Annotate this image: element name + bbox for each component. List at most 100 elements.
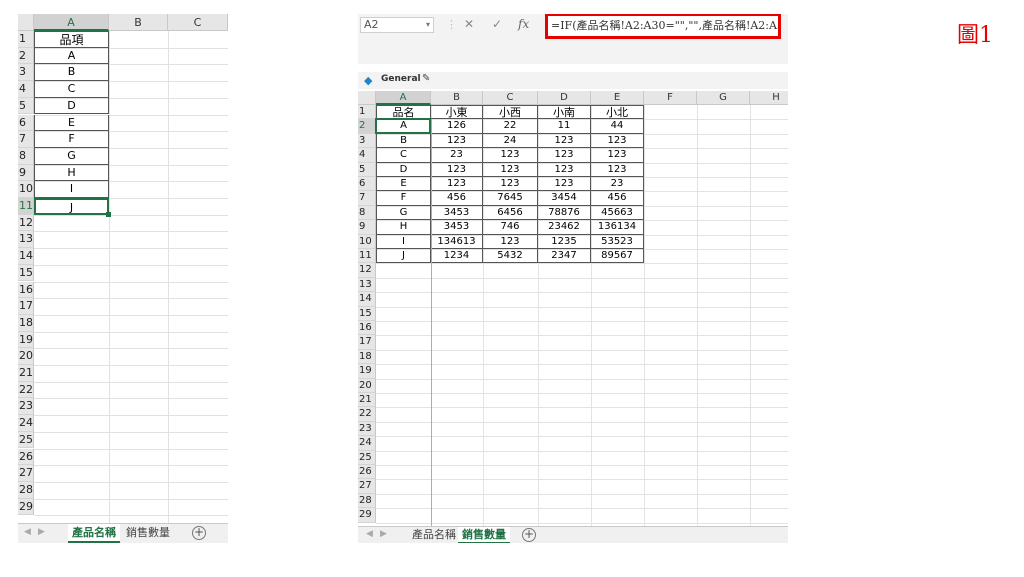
tab-scroll-right-icon[interactable]: ▶ [380,529,387,539]
table-cell[interactable]: 89567 [591,249,644,264]
insert-function-icon[interactable]: fx [518,17,529,31]
row-header[interactable]: 26 [18,448,34,466]
table-cell[interactable]: 134613 [431,234,483,249]
header-cell[interactable]: 小南 [538,105,591,120]
table-cell[interactable]: 123 [483,162,538,177]
pencil-icon[interactable]: ✎ [422,73,430,84]
table-cell[interactable]: 2347 [538,249,591,264]
table-cell[interactable]: G [376,205,431,221]
table-cell[interactable]: F [34,131,109,148]
column-header[interactable]: B [431,91,483,105]
table-cell[interactable]: 123 [591,162,644,177]
table-cell[interactable]: 123 [591,133,644,149]
row-header[interactable]: 2 [358,119,376,134]
row-header[interactable]: 4 [358,148,376,163]
right-tab-sales-quantity[interactable]: 銷售數量 [458,527,510,543]
right-add-sheet-button[interactable]: + [522,528,536,542]
table-cell[interactable]: E [376,177,431,192]
row-header[interactable]: 26 [358,465,376,480]
header-cell[interactable]: 小西 [483,105,538,120]
table-cell[interactable]: 23 [431,148,483,163]
table-cell[interactable]: 126 [431,119,483,134]
column-header-b[interactable]: B [109,14,168,31]
fill-handle[interactable] [106,211,111,217]
table-cell[interactable]: 23 [591,177,644,192]
column-header[interactable]: E [591,91,644,105]
row-header[interactable]: 19 [358,364,376,379]
table-cell[interactable]: 123 [538,148,591,163]
select-all-corner[interactable] [358,91,376,105]
table-cell[interactable]: 24 [483,133,538,149]
column-header[interactable]: H [750,91,788,105]
row-header[interactable]: 1 [358,105,376,120]
row-header[interactable]: 25 [18,431,34,449]
row-header[interactable]: 27 [358,479,376,494]
row-header[interactable]: 29 [358,508,376,523]
select-all-corner[interactable] [18,14,34,31]
row-header[interactable]: 3 [18,64,34,82]
table-cell[interactable]: 123 [483,148,538,163]
table-cell[interactable]: 123 [431,177,483,192]
row-header[interactable]: 29 [18,498,34,516]
table-cell[interactable]: 1235 [538,234,591,249]
row-header[interactable]: 10 [18,181,34,198]
row-header[interactable]: 16 [358,321,376,336]
row-header[interactable]: 20 [358,378,376,393]
row-header[interactable]: 7 [358,191,376,206]
row-header[interactable]: 20 [18,348,34,365]
row-header[interactable]: 1 [18,31,34,48]
table-cell[interactable]: 123 [483,234,538,249]
enter-icon[interactable]: ✓ [492,17,502,31]
chevron-down-icon[interactable]: ▾ [426,18,430,32]
column-header[interactable]: F [644,91,697,105]
row-header[interactable]: 15 [18,264,34,282]
table-cell[interactable]: 3453 [431,205,483,221]
row-header[interactable]: 15 [358,306,376,321]
row-header[interactable]: 17 [18,298,34,315]
table-cell[interactable]: 1234 [431,249,483,264]
table-cell[interactable]: 123 [431,162,483,177]
row-header[interactable]: 28 [358,493,376,509]
table-cell[interactable]: 123 [538,162,591,177]
row-header[interactable]: 23 [18,398,34,416]
table-cell[interactable]: 3453 [431,220,483,235]
row-header[interactable]: 24 [358,436,376,451]
table-cell[interactable]: D [376,162,431,177]
table-cell[interactable]: G [34,147,109,165]
row-header[interactable]: 5 [358,162,376,177]
table-cell[interactable]: 123 [483,177,538,192]
row-header[interactable]: 11 [18,198,34,215]
table-cell[interactable]: H [376,220,431,235]
cancel-icon[interactable]: ✕ [464,17,474,31]
row-header[interactable]: 4 [18,81,34,98]
column-header[interactable]: C [483,91,538,105]
row-header[interactable]: 7 [18,131,34,148]
row-header[interactable]: 16 [18,281,34,299]
tab-scroll-left-icon[interactable]: ◀ [24,527,31,537]
table-cell[interactable]: 123 [591,148,644,163]
table-cell[interactable]: I [376,234,431,249]
row-header[interactable]: 8 [358,205,376,221]
column-header[interactable]: G [697,91,750,105]
row-header[interactable]: 9 [18,164,34,182]
row-header[interactable]: 25 [358,450,376,465]
table-cell[interactable]: 53523 [591,234,644,249]
row-header[interactable]: 3 [358,133,376,149]
row-header[interactable]: 6 [358,177,376,192]
row-header[interactable]: 8 [18,147,34,165]
row-header[interactable]: 13 [358,277,376,293]
table-cell[interactable]: 45663 [591,205,644,221]
table-cell[interactable]: 456 [431,191,483,206]
table-cell[interactable]: 22 [483,119,538,134]
row-header[interactable]: 5 [18,97,34,115]
row-header[interactable]: 22 [18,381,34,399]
cell-style-label[interactable]: General [381,74,421,84]
row-header[interactable]: 14 [358,292,376,307]
table-cell[interactable]: 44 [591,119,644,134]
table-cell[interactable]: H [34,164,109,182]
row-header[interactable]: 23 [358,421,376,437]
row-header[interactable]: 13 [18,231,34,249]
table-cell[interactable]: 123 [538,133,591,149]
name-box[interactable]: A2 ▾ [360,17,434,33]
table-cell[interactable]: 78876 [538,205,591,221]
